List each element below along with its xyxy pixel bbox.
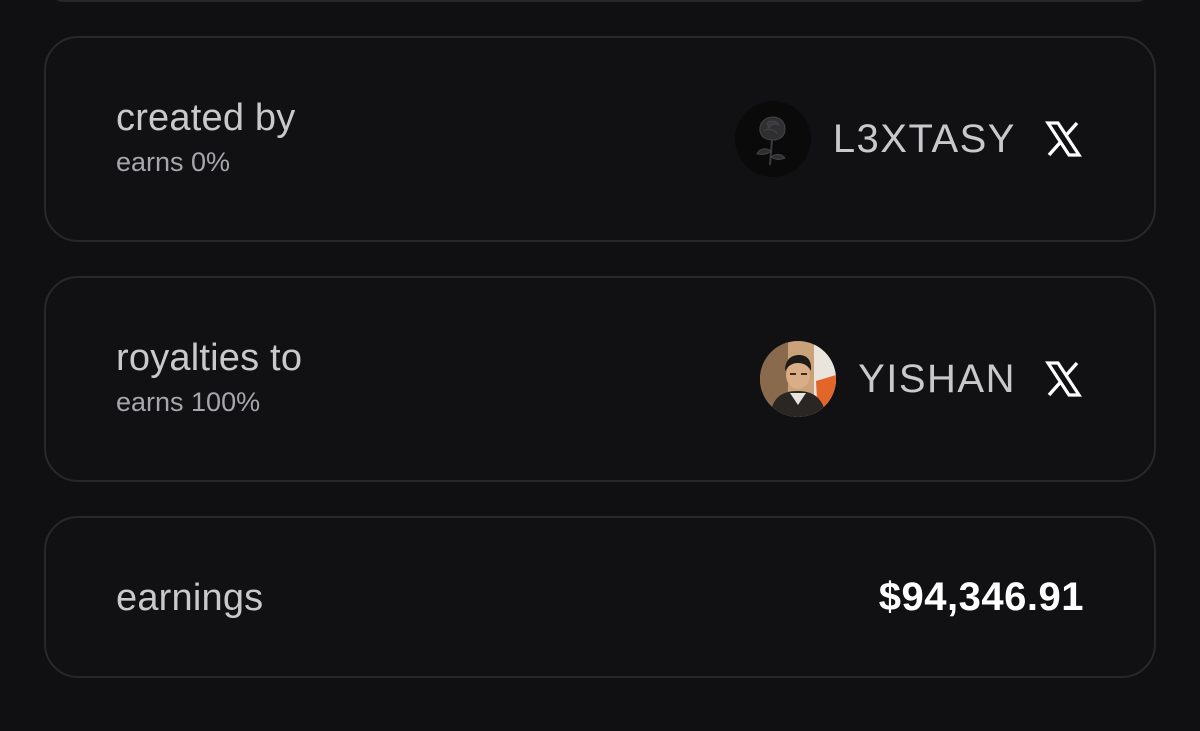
x-logo-icon[interactable] <box>1042 358 1084 400</box>
creator-profile[interactable]: L3XTASY <box>734 38 1084 240</box>
earnings-value: $94,346.91 <box>879 518 1084 676</box>
page: created by earns 0% L3XTASY royalties to… <box>0 0 1200 731</box>
creator-name[interactable]: L3XTASY <box>833 117 1016 162</box>
creator-info: created by earns 0% <box>116 96 295 178</box>
earnings-title: earnings <box>116 577 264 619</box>
royalties-name[interactable]: YISHAN <box>858 357 1016 402</box>
royalties-profile[interactable]: YISHAN <box>760 278 1084 480</box>
x-logo-icon[interactable] <box>1042 118 1084 160</box>
royalties-title: royalties to <box>116 337 303 379</box>
royalties-info: royalties to earns 100% <box>116 336 302 418</box>
creator-title: created by <box>116 97 296 139</box>
earnings-amount: $94,346.91 <box>878 574 1084 619</box>
royalties-card: royalties to earns 100% YISHAN <box>44 276 1156 482</box>
earnings-card: earnings $94,346.91 <box>44 516 1156 678</box>
rose-avatar[interactable] <box>734 101 811 177</box>
creator-earns: earns 0% <box>116 147 231 177</box>
royalties-earns: earns 100% <box>116 387 261 417</box>
person-photo-avatar[interactable] <box>760 341 837 417</box>
earnings-info: earnings <box>116 576 263 620</box>
creator-card: created by earns 0% L3XTASY <box>44 36 1156 242</box>
previous-card-edge <box>44 0 1156 2</box>
